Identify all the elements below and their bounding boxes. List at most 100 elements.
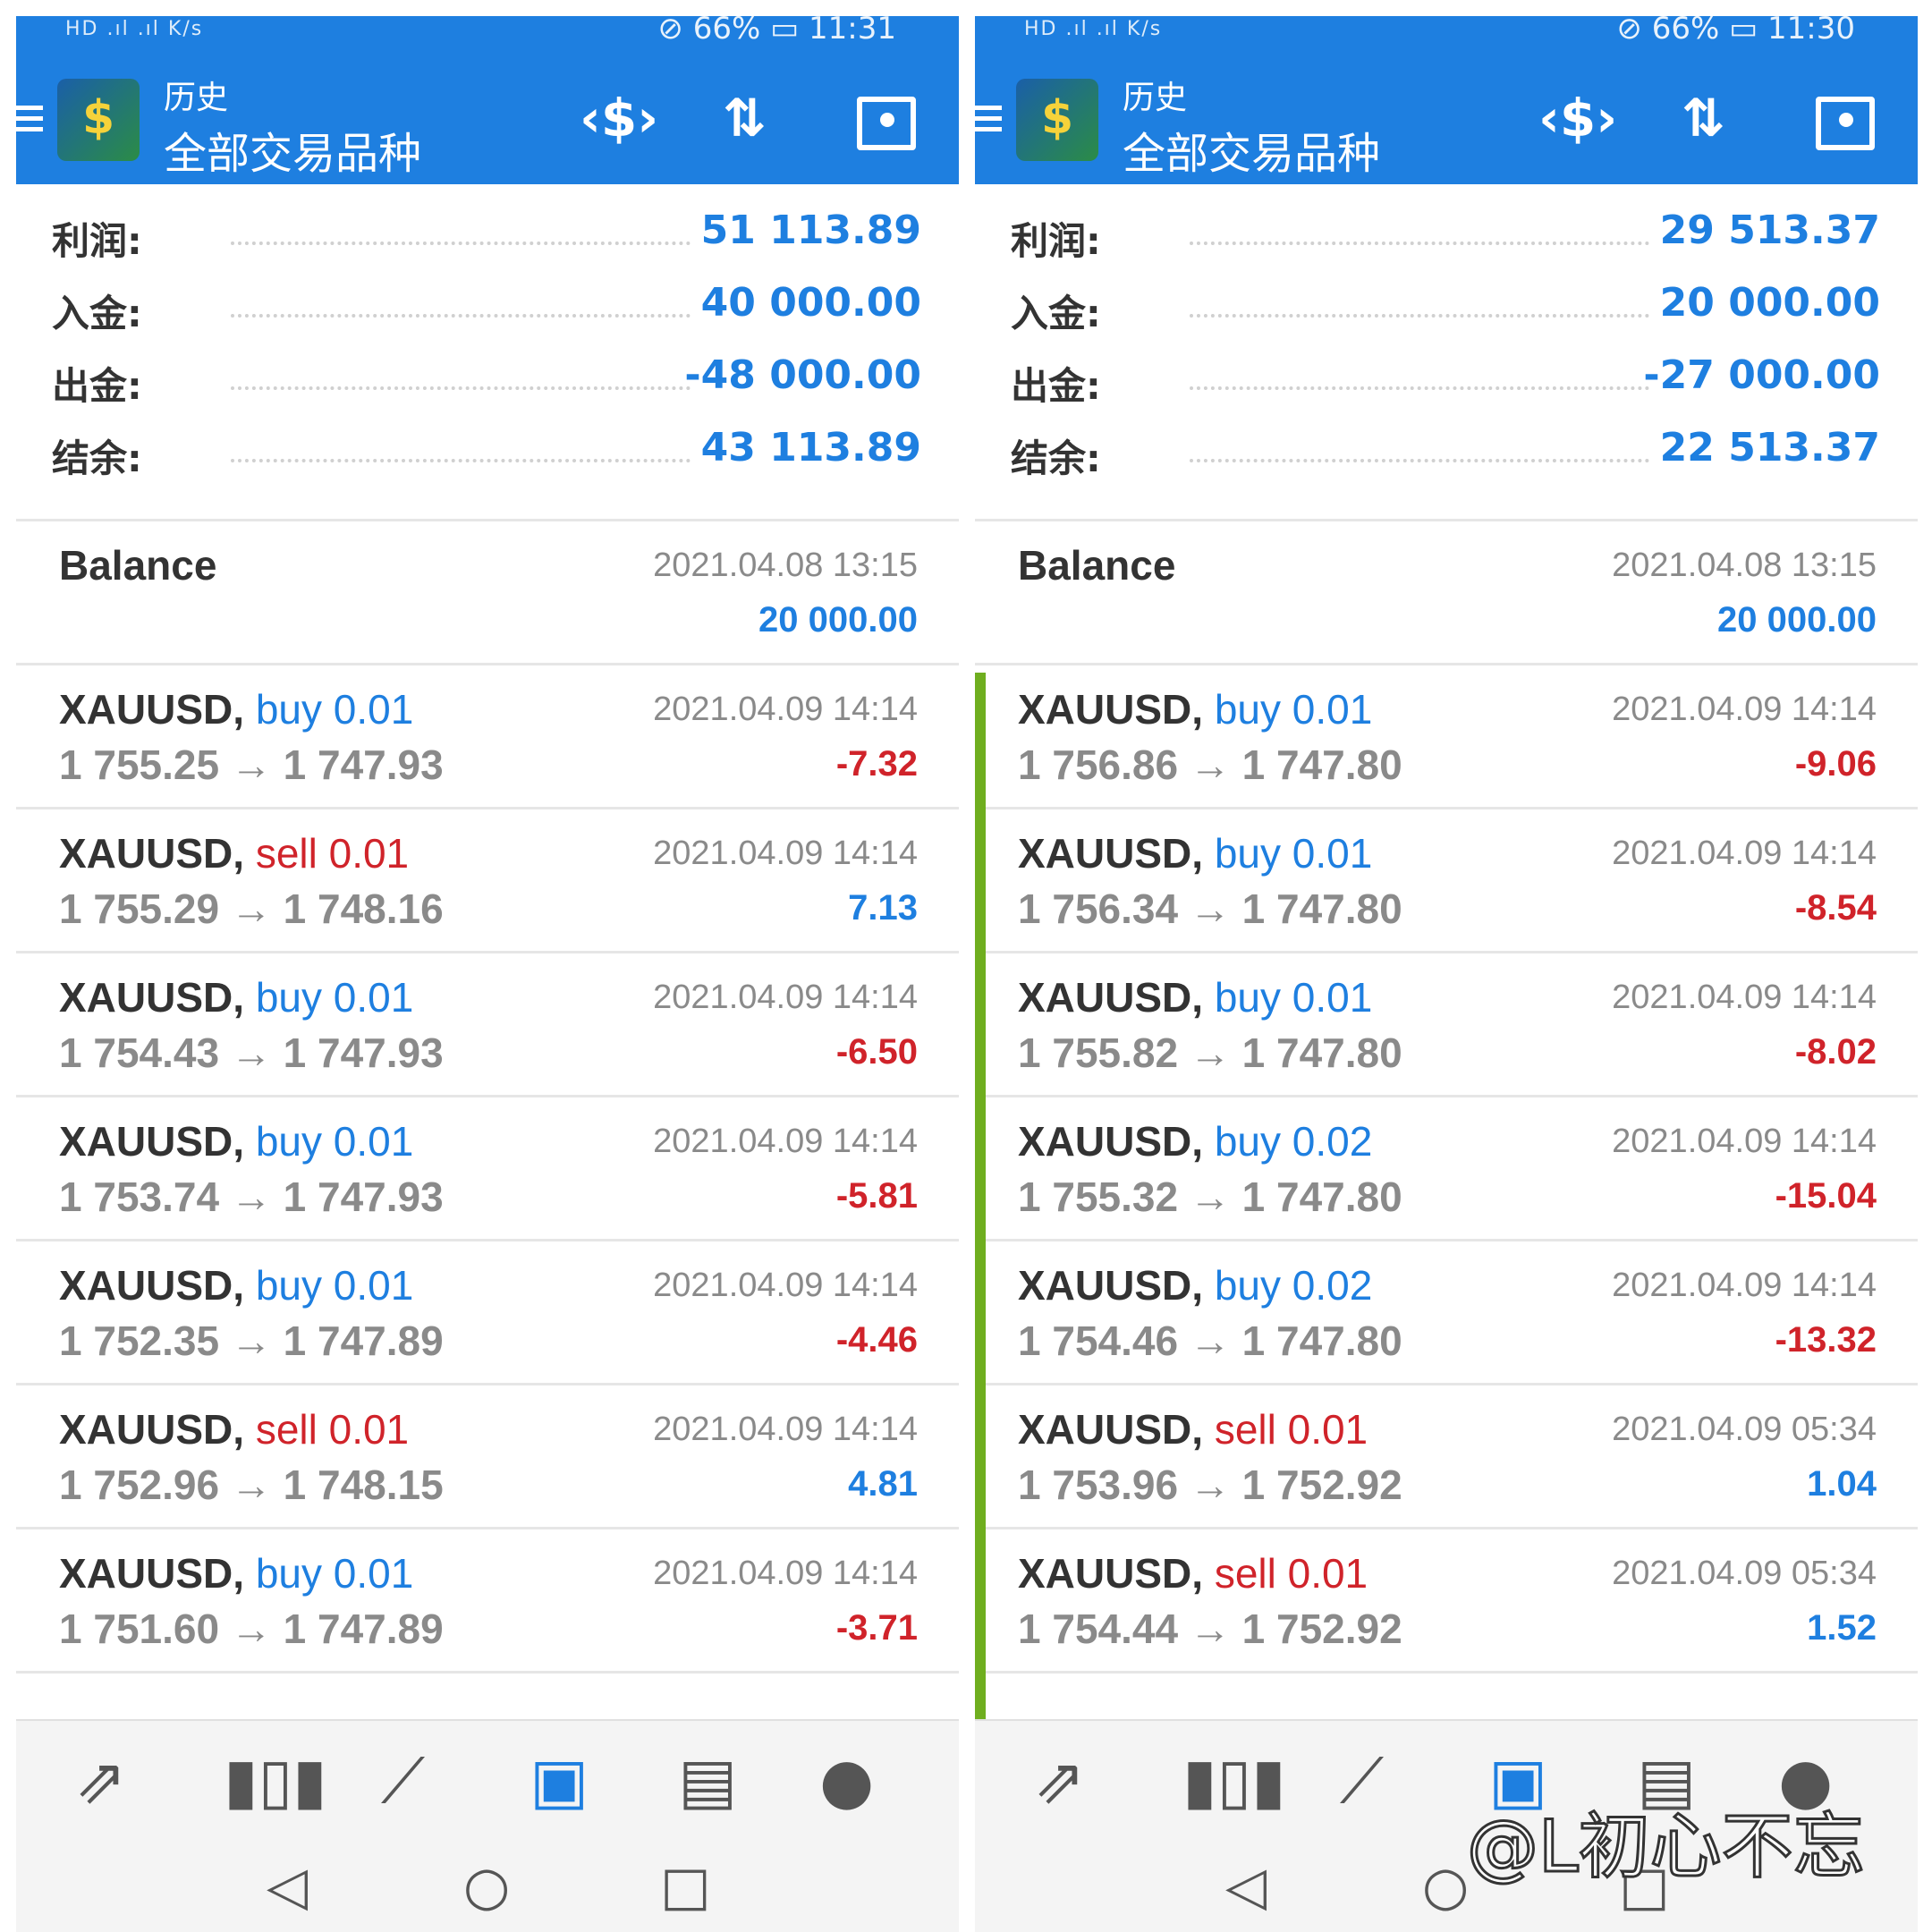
trade-row[interactable]: XAUUSD, buy 0.01 1 755.82 → 1 747.80 202…	[975, 953, 1918, 1097]
trade-profit: -3.71	[835, 1608, 918, 1648]
trade-title: XAUUSD, sell 0.01	[59, 829, 409, 877]
trade-profit: -4.46	[835, 1320, 918, 1360]
trade-title: XAUUSD, sell 0.01	[1018, 1405, 1368, 1453]
trade-title: XAUUSD, sell 0.01	[1018, 1549, 1368, 1597]
trade-profit: 1.04	[1807, 1464, 1877, 1504]
sort-icon[interactable]: ⇅	[723, 88, 767, 148]
chart-icon[interactable]: ⟋	[1340, 1744, 1384, 1818]
trade-row[interactable]: XAUUSD, buy 0.01 1 751.60 → 1 747.89 202…	[16, 1530, 959, 1674]
trade-prices: 1 755.32 → 1 747.80	[1018, 1174, 1402, 1220]
trade-row[interactable]: XAUUSD, buy 0.01 1 753.74 → 1 747.93 202…	[16, 1097, 959, 1241]
trade-row[interactable]: XAUUSD, buy 0.01 1 755.25 → 1 747.93 202…	[16, 665, 959, 809]
trade-row[interactable]: XAUUSD, buy 0.01 1 752.35 → 1 747.89 202…	[16, 1241, 959, 1385]
currency-exchange-icon[interactable]: ‹$›	[1538, 88, 1617, 148]
trade-prices: 1 752.96 → 1 748.15	[59, 1462, 444, 1508]
trade-side: buy 0.02	[1214, 1118, 1373, 1165]
balance-entry[interactable]: Balance 2021.04.08 13:15 20 000.00	[975, 521, 1918, 665]
trade-symbol: XAUUSD,	[59, 974, 245, 1021]
summary-section: 利润: 29 513.37 入金: 20 000.00 出金: -27 000.…	[975, 195, 1918, 485]
leader-dots	[1190, 242, 1649, 245]
history-list: Balance 2021.04.08 13:15 20 000.00 XAUUS…	[16, 521, 959, 1674]
news-icon[interactable]: ▤	[678, 1744, 737, 1818]
recents-icon[interactable]: □	[660, 1855, 711, 1918]
trade-title: XAUUSD, sell 0.01	[59, 1405, 409, 1453]
summary-label: 出金:	[52, 364, 142, 408]
trade-row[interactable]: XAUUSD, sell 0.01 1 754.44 → 1 752.92 20…	[975, 1530, 1918, 1674]
trade-profit: 4.81	[848, 1464, 918, 1504]
summary-row-balance: 结余: 43 113.89	[16, 412, 959, 485]
summary-label: 结余:	[52, 436, 142, 480]
chat-icon[interactable]: ●	[819, 1744, 874, 1818]
trade-row[interactable]: XAUUSD, sell 0.01 1 755.29 → 1 748.16 20…	[16, 809, 959, 953]
trade-date: 2021.04.09 14:14	[1612, 835, 1877, 872]
selection-indicator	[975, 673, 986, 1724]
quotes-icon[interactable]: ▮▯▮	[224, 1744, 327, 1818]
trade-prices: 1 755.25 → 1 747.93	[59, 741, 444, 788]
trade-row[interactable]: XAUUSD, buy 0.01 1 754.43 → 1 747.93 202…	[16, 953, 959, 1097]
trade-arrows-icon[interactable]: ⇗	[1033, 1744, 1086, 1818]
quotes-icon[interactable]: ▮▯▮	[1182, 1744, 1286, 1818]
history-icon[interactable]: ▣	[530, 1744, 589, 1818]
history-panel-right: HD .ıl .ıl K/s ⊘ 66% ▭ 11:30 历史 全部交易品种 ‹…	[975, 16, 1918, 1932]
summary-value: 22 513.37	[1659, 425, 1880, 470]
trade-date: 2021.04.09 14:14	[653, 1555, 918, 1592]
summary-label: 利润:	[1011, 219, 1101, 263]
symbol-filter[interactable]: 全部交易品种	[164, 118, 421, 181]
trade-symbol: XAUUSD,	[1018, 1118, 1204, 1165]
trade-symbol: XAUUSD,	[1018, 1406, 1204, 1453]
trade-row[interactable]: XAUUSD, sell 0.01 1 752.96 → 1 748.15 20…	[16, 1385, 959, 1530]
summary-value: 29 513.37	[1659, 208, 1880, 253]
balance-entry[interactable]: Balance 2021.04.08 13:15 20 000.00	[16, 521, 959, 665]
leader-dots	[1190, 386, 1649, 390]
home-icon[interactable]: ○	[1422, 1855, 1469, 1918]
trade-title: XAUUSD, buy 0.01	[59, 1549, 413, 1597]
summary-value: 51 113.89	[700, 208, 921, 253]
calendar-icon[interactable]	[857, 97, 916, 150]
entry-date: 2021.04.08 13:15	[1612, 547, 1877, 584]
trade-row[interactable]: XAUUSD, sell 0.01 1 753.96 → 1 752.92 20…	[975, 1385, 1918, 1530]
back-icon[interactable]: ◁	[1225, 1855, 1267, 1918]
back-icon[interactable]: ◁	[267, 1855, 308, 1918]
trade-row[interactable]: XAUUSD, buy 0.02 1 755.32 → 1 747.80 202…	[975, 1097, 1918, 1241]
summary-row-withdrawal: 出金: -27 000.00	[975, 340, 1918, 412]
trade-date: 2021.04.09 14:14	[1612, 1267, 1877, 1304]
summary-value: 20 000.00	[1659, 280, 1880, 326]
trade-symbol: XAUUSD,	[59, 686, 245, 733]
trade-side: sell 0.01	[1214, 1406, 1368, 1453]
trade-title: XAUUSD, buy 0.01	[59, 973, 413, 1021]
summary-value: -48 000.00	[684, 352, 921, 398]
summary-value: 43 113.89	[700, 425, 921, 470]
trade-symbol: XAUUSD,	[1018, 686, 1204, 733]
entry-amount: 20 000.00	[1717, 600, 1877, 640]
history-list: Balance 2021.04.08 13:15 20 000.00 XAUUS…	[975, 521, 1918, 1674]
sort-icon[interactable]: ⇅	[1682, 88, 1725, 148]
trade-title: XAUUSD, buy 0.01	[59, 1261, 413, 1309]
summary-row-deposit: 入金: 20 000.00	[975, 267, 1918, 340]
summary-row-deposit: 入金: 40 000.00	[16, 267, 959, 340]
app-subtitle: 历史	[164, 80, 229, 116]
summary-row-balance: 结余: 22 513.37	[975, 412, 1918, 485]
menu-icon[interactable]	[16, 106, 43, 138]
summary-label: 出金:	[1011, 364, 1101, 408]
trade-profit: 1.52	[1807, 1608, 1877, 1648]
summary-label: 入金:	[1011, 292, 1101, 335]
status-right: ⊘ 66% ▭ 11:30	[1616, 16, 1855, 47]
trade-date: 2021.04.09 05:34	[1612, 1555, 1877, 1592]
trade-arrows-icon[interactable]: ⇗	[74, 1744, 127, 1818]
chart-icon[interactable]: ⟋	[381, 1744, 425, 1818]
trade-row[interactable]: XAUUSD, buy 0.02 1 754.46 → 1 747.80 202…	[975, 1241, 1918, 1385]
currency-exchange-icon[interactable]: ‹$›	[580, 88, 658, 148]
trade-date: 2021.04.09 14:14	[1612, 691, 1877, 728]
trade-row[interactable]: XAUUSD, buy 0.01 1 756.86 → 1 747.80 202…	[975, 665, 1918, 809]
leader-dots	[231, 459, 691, 462]
app-bar: 历史 全部交易品种 ‹$› ⇅	[16, 52, 959, 184]
calendar-icon[interactable]	[1816, 97, 1875, 150]
menu-icon[interactable]	[975, 106, 1002, 138]
summary-value: -27 000.00	[1643, 352, 1880, 398]
trade-profit: -7.32	[835, 744, 918, 784]
trade-row[interactable]: XAUUSD, buy 0.01 1 756.34 → 1 747.80 202…	[975, 809, 1918, 953]
symbol-filter[interactable]: 全部交易品种	[1123, 118, 1380, 181]
home-icon[interactable]: ○	[463, 1855, 510, 1918]
trade-profit: -5.81	[835, 1176, 918, 1216]
trade-symbol: XAUUSD,	[59, 1406, 245, 1453]
